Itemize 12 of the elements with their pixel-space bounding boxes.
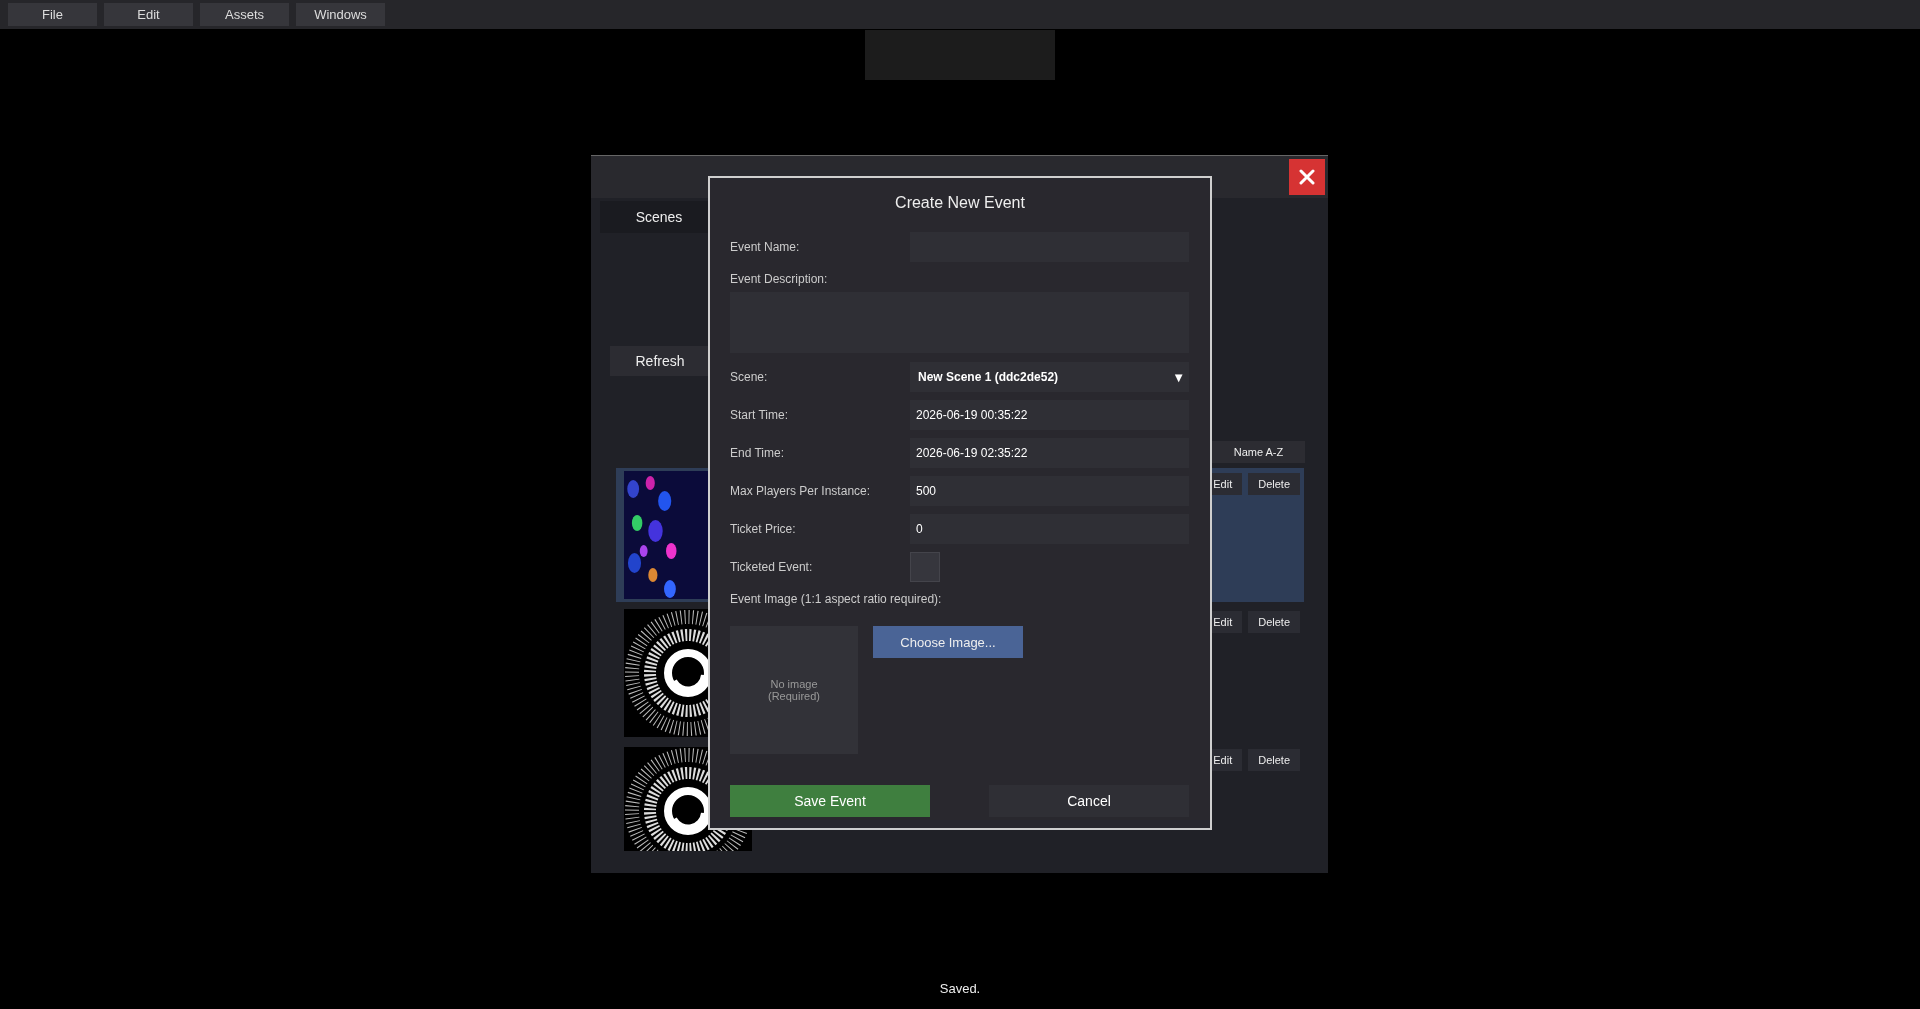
dialog-title: Create New Event (894, 194, 1026, 212)
field-label: Ticket Price: (730, 522, 797, 536)
field-label: Event Description: (730, 272, 829, 286)
field-label: Max Players Per Instance: (730, 484, 872, 498)
status-message: Saved. (938, 981, 982, 996)
placeholder-text: No image (Required) (768, 678, 820, 702)
field-label: Ticketed Event: (730, 560, 814, 574)
field-label: Event Name: (730, 240, 801, 254)
field-label: Start Time: (730, 408, 789, 422)
field-label: End Time: (730, 446, 786, 460)
field-label: Event Image (1:1 aspect ratio required): (730, 592, 943, 606)
field-label: Scene: (730, 370, 769, 384)
